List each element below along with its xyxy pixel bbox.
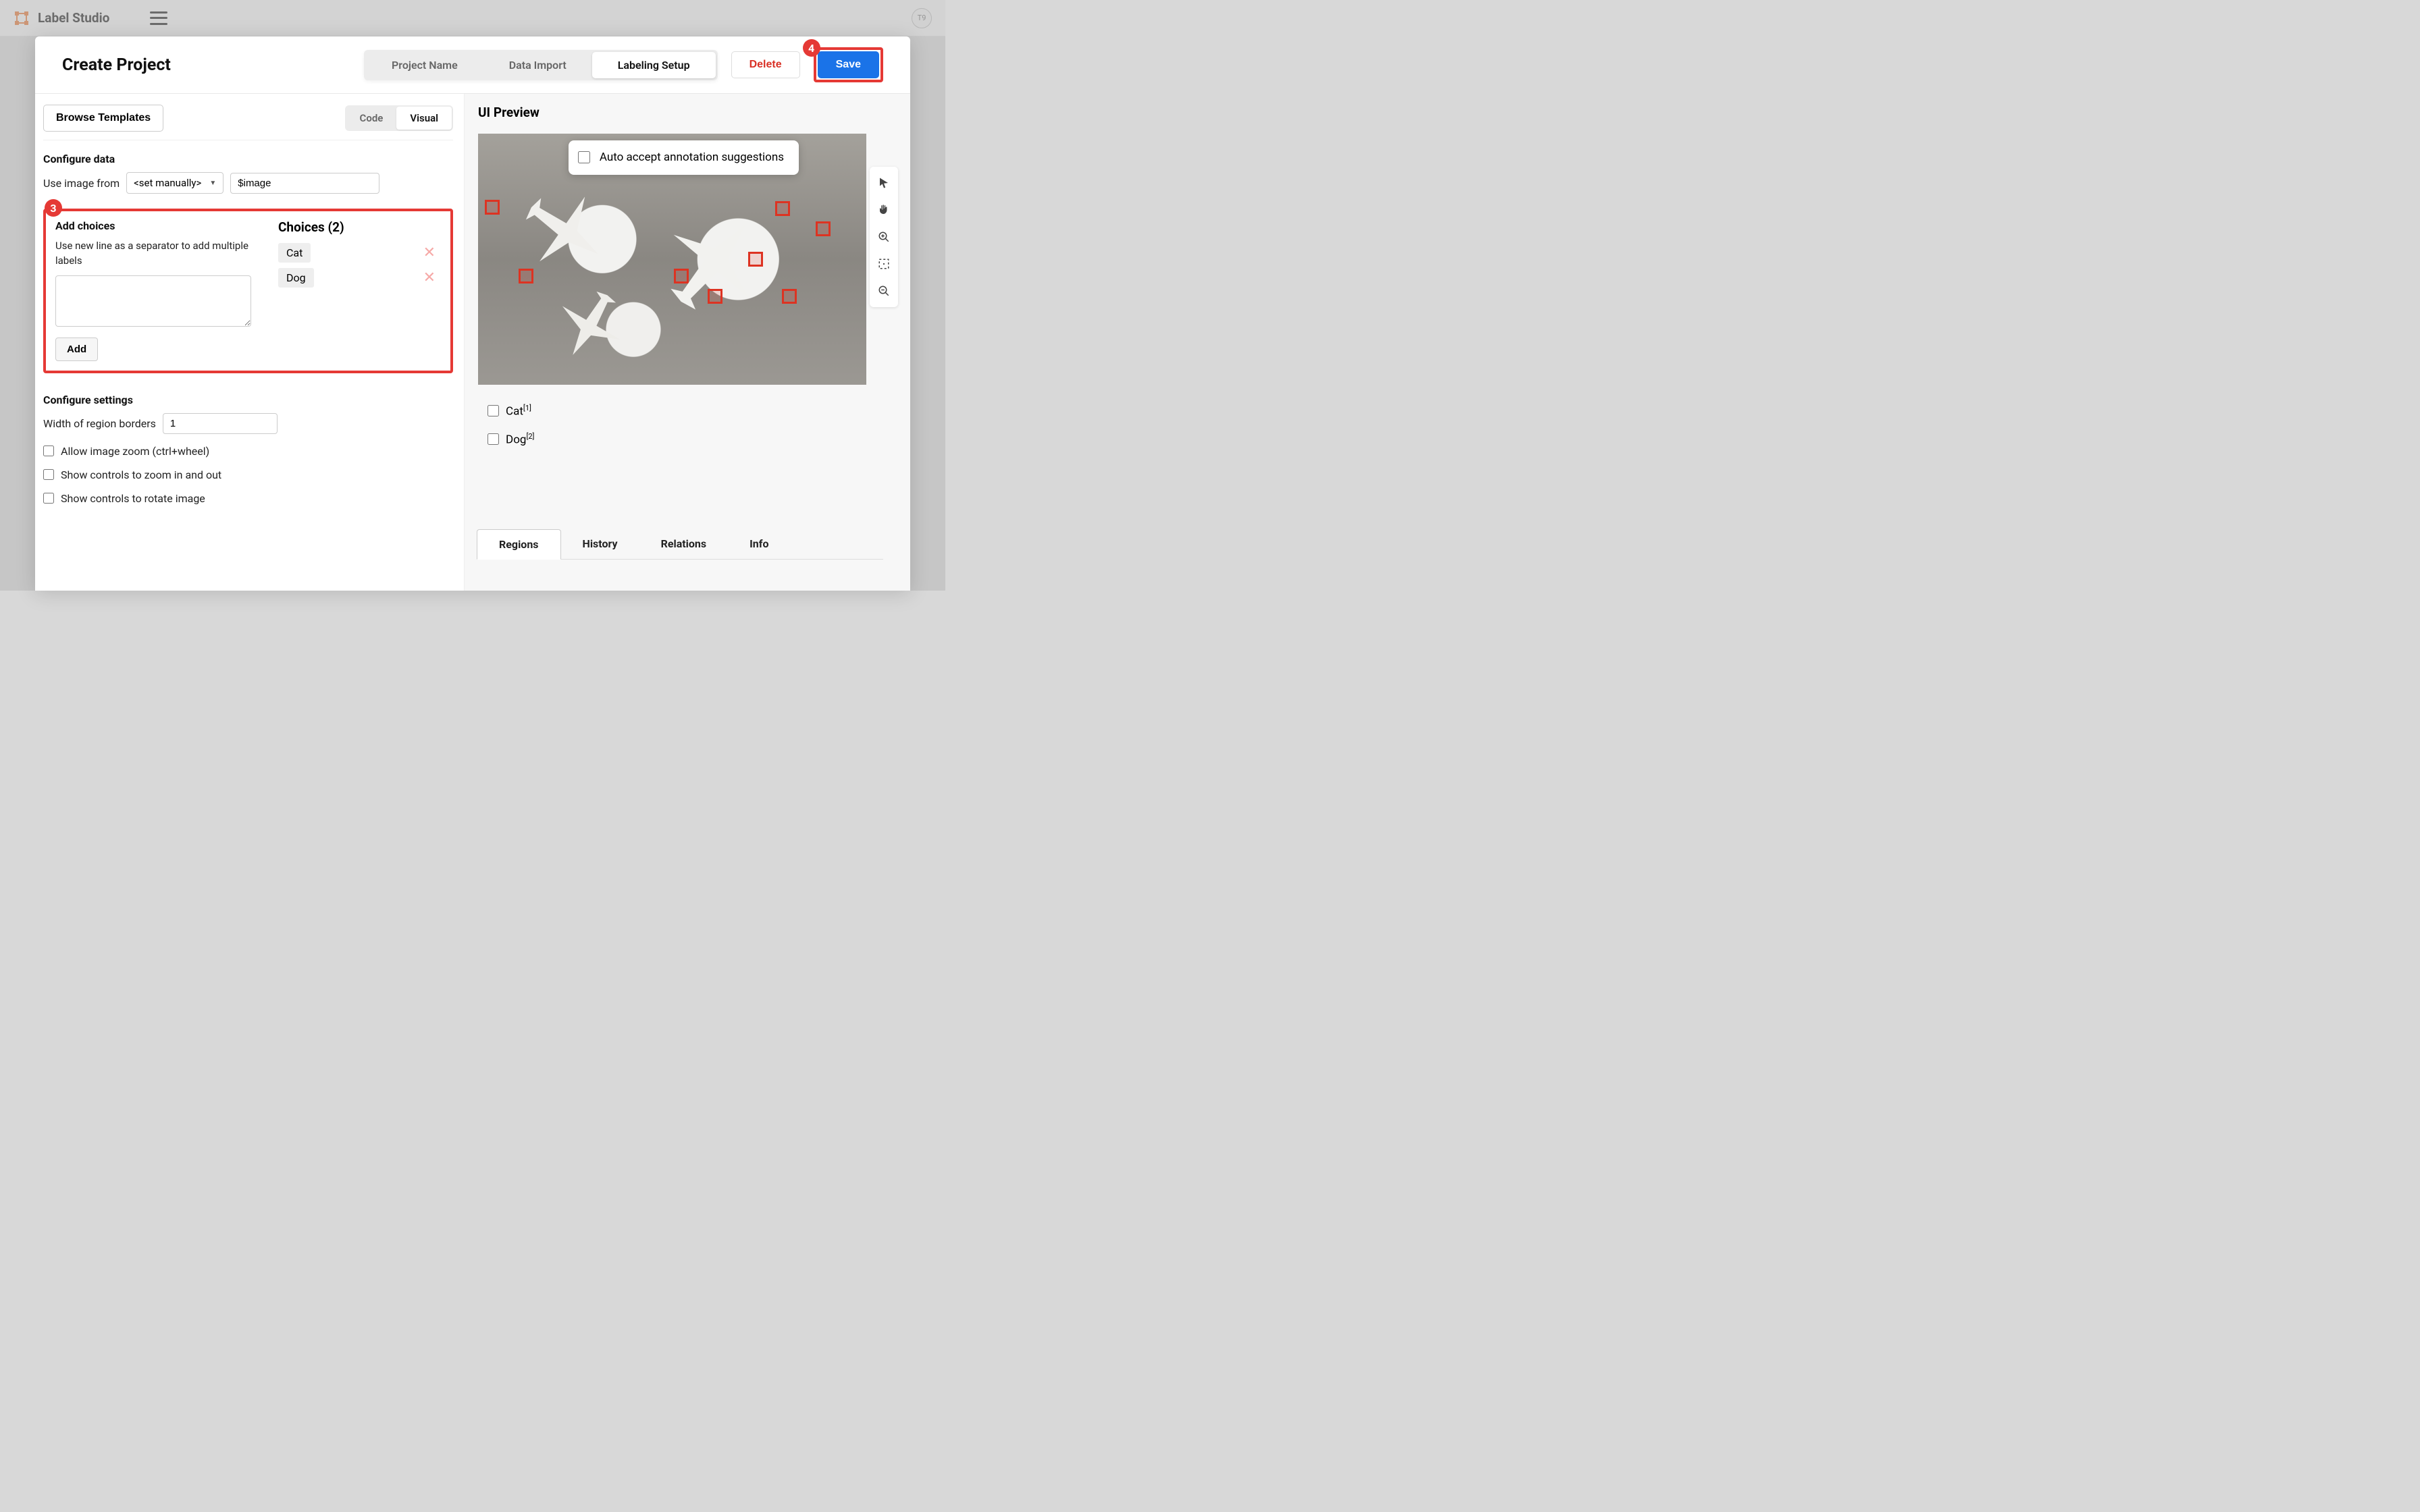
allow-zoom-label: Allow image zoom (ctrl+wheel) <box>61 445 209 458</box>
choices-textarea[interactable] <box>55 275 251 327</box>
tab-history[interactable]: History <box>561 529 639 559</box>
add-choices-title: Add choices <box>55 219 251 232</box>
tab-project-name[interactable]: Project Name <box>366 52 483 78</box>
choices-highlight: 3 Add choices Use new line as a separato… <box>43 209 453 373</box>
save-highlight: 4 Save <box>814 47 883 82</box>
auto-accept-label: Auto accept annotation suggestions <box>600 150 784 165</box>
show-zoom-controls-row: Show controls to zoom in and out <box>43 468 453 481</box>
allow-zoom-checkbox[interactable] <box>43 446 54 456</box>
choice-row: Cat ✕ <box>278 243 441 263</box>
preview-choice-row: Cat[1] <box>488 404 910 418</box>
annotation-box[interactable] <box>816 221 831 236</box>
show-zoom-controls-label: Show controls to zoom in and out <box>61 468 221 481</box>
add-choices-col: Add choices Use new line as a separator … <box>55 219 251 361</box>
preview-choice-checkbox[interactable] <box>488 433 499 445</box>
preview-image[interactable]: Auto accept annotation suggestions <box>478 134 866 385</box>
preview-choice-checkbox[interactable] <box>488 405 499 416</box>
save-button[interactable]: Save <box>818 51 879 78</box>
choice-chip: Dog <box>278 268 314 288</box>
left-pane: Browse Templates Code Visual Configure d… <box>35 94 464 591</box>
modal-title: Create Project <box>62 55 171 75</box>
allow-zoom-row: Allow image zoom (ctrl+wheel) <box>43 445 453 458</box>
show-rotate-controls-checkbox[interactable] <box>43 493 54 504</box>
tab-labeling-setup[interactable]: Labeling Setup <box>592 52 716 78</box>
toggle-code[interactable]: Code <box>346 107 397 130</box>
modal-body: Browse Templates Code Visual Configure d… <box>35 94 910 591</box>
image-from-row: Use image from <set manually> ▼ <box>43 172 453 194</box>
browse-templates-button[interactable]: Browse Templates <box>43 105 163 132</box>
create-project-modal: Create Project Project Name Data Import … <box>35 36 910 591</box>
add-choices-hint: Use new line as a separator to add multi… <box>55 239 251 269</box>
auto-accept-checkbox[interactable] <box>578 151 590 163</box>
choice-row: Dog ✕ <box>278 268 441 288</box>
close-icon[interactable]: ✕ <box>418 244 441 261</box>
auto-accept-card: Auto accept annotation suggestions <box>569 140 799 175</box>
show-rotate-controls-row: Show controls to rotate image <box>43 492 453 505</box>
choices-count-header: Choices (2) <box>278 219 441 235</box>
close-icon[interactable]: ✕ <box>418 269 441 286</box>
annotation-box[interactable] <box>775 201 790 216</box>
tab-info[interactable]: Info <box>728 529 790 559</box>
choice-chip: Cat <box>278 243 311 263</box>
modal-header: Create Project Project Name Data Import … <box>35 36 910 94</box>
border-width-label: Width of region borders <box>43 417 156 430</box>
zoom-out-icon[interactable] <box>872 277 895 304</box>
tab-relations[interactable]: Relations <box>639 529 729 559</box>
choices-list-col: Choices (2) Cat ✕ Dog ✕ <box>278 219 441 361</box>
fit-icon[interactable] <box>872 250 895 277</box>
use-image-from-label: Use image from <box>43 177 120 190</box>
tab-data-import[interactable]: Data Import <box>483 52 592 78</box>
configure-data-header: Configure data <box>43 153 453 165</box>
tool-column <box>870 167 898 307</box>
configure-settings-header: Configure settings <box>43 394 453 406</box>
step-tabs: Project Name Data Import Labeling Setup <box>364 50 718 80</box>
tab-regions[interactable]: Regions <box>477 529 560 560</box>
right-pane: UI Preview Auto ac <box>464 94 910 591</box>
preview-choice-list: Cat[1] Dog[2] <box>488 404 910 446</box>
preview-choice-label: Cat[1] <box>506 404 531 418</box>
settings-section: Configure settings Width of region borde… <box>43 394 453 505</box>
select-value: <set manually> <box>134 177 201 189</box>
annotation-box[interactable] <box>485 200 500 215</box>
callout-4: 4 <box>803 39 820 57</box>
add-choice-button[interactable]: Add <box>55 338 98 361</box>
code-visual-toggle: Code Visual <box>345 105 454 131</box>
toggle-visual[interactable]: Visual <box>396 107 452 130</box>
preview-choice-row: Dog[2] <box>488 432 910 447</box>
zoom-in-icon[interactable] <box>872 223 895 250</box>
delete-button[interactable]: Delete <box>731 51 800 78</box>
pointer-icon[interactable] <box>872 169 895 196</box>
show-rotate-controls-label: Show controls to rotate image <box>61 492 205 505</box>
image-var-input[interactable] <box>230 173 379 194</box>
border-width-row: Width of region borders <box>43 413 453 434</box>
border-width-input[interactable] <box>163 413 278 434</box>
image-from-select[interactable]: <set manually> ▼ <box>126 172 223 194</box>
callout-3: 3 <box>45 199 62 217</box>
hand-icon[interactable] <box>872 196 895 223</box>
chevron-down-icon: ▼ <box>209 180 216 187</box>
ui-preview-title: UI Preview <box>478 105 910 120</box>
show-zoom-controls-checkbox[interactable] <box>43 469 54 480</box>
preview-choice-label: Dog[2] <box>506 432 534 447</box>
left-topline: Browse Templates Code Visual <box>43 105 453 132</box>
preview-tabs: Regions History Relations Info <box>477 529 883 560</box>
